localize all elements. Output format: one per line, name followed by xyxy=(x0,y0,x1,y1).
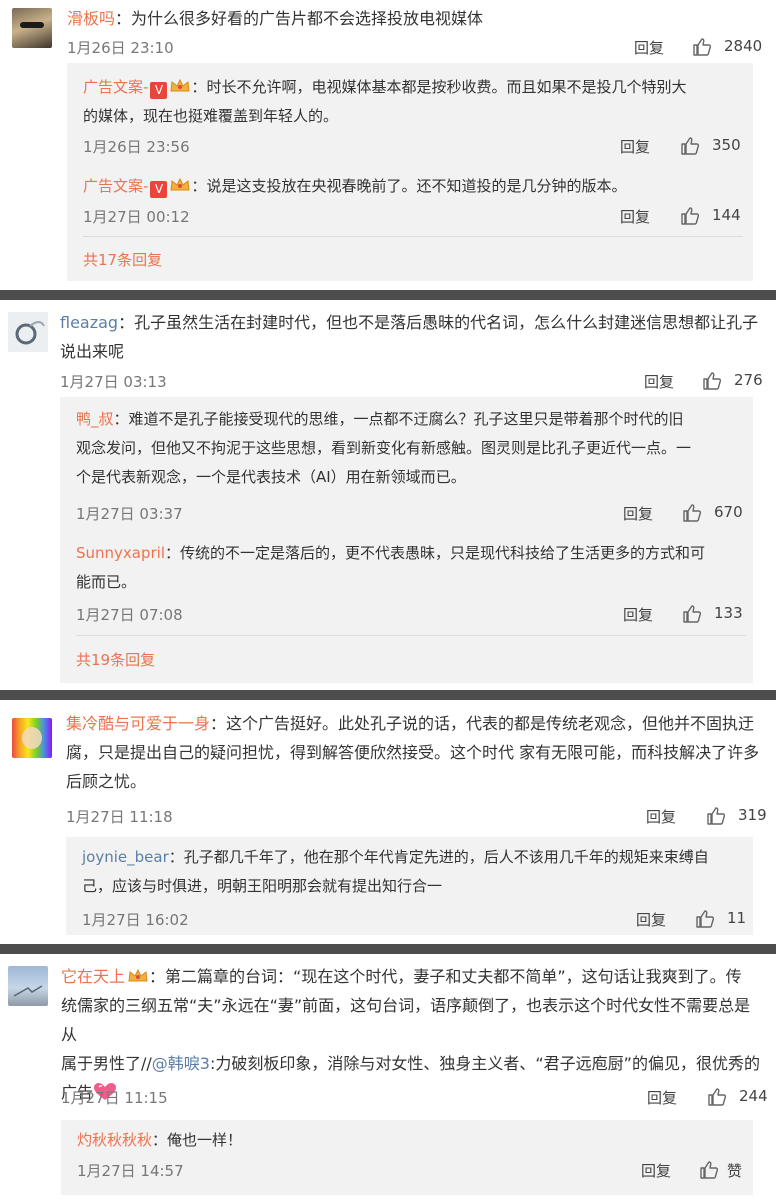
reply-body: Sunnyxapril：传统的不一定是落后的，更不代表愚昧，只是现代科技给了生活… xyxy=(76,544,706,591)
reply-button[interactable]: 回复 xyxy=(620,136,650,157)
comment-time: 1月27日 03:13 xyxy=(60,373,167,391)
verified-v-icon: V xyxy=(150,82,168,99)
thumb-up-icon xyxy=(703,372,722,390)
reply-username[interactable]: 鸭_叔 xyxy=(76,410,114,428)
comment-meta: 1月27日 03:13 回复 276 xyxy=(60,371,763,395)
comment-card: 集冷酷与可爱于一身：这个广告挺好。此处孔子说的话，代表的都是传统老观念，但他并不… xyxy=(0,700,776,944)
reply-username[interactable]: 广告文案- xyxy=(83,177,148,195)
thumb-up-icon xyxy=(681,137,700,155)
comment-meta: 1月27日 11:15 回复 244 xyxy=(61,1087,768,1111)
thumb-up-icon xyxy=(683,504,702,522)
thumb-up-icon xyxy=(700,1161,719,1179)
reply-button[interactable]: 回复 xyxy=(644,371,674,392)
reply-body: 广告文案- V ：时长不允许啊，电视媒体基本都是按秒收费。而且如果不是投几个特别大的… xyxy=(83,78,687,125)
section-separator xyxy=(0,944,776,954)
reply-time: 1月27日 00:12 xyxy=(83,208,190,226)
user-avatar[interactable] xyxy=(12,718,52,758)
thumb-up-icon xyxy=(696,910,715,928)
mention-link[interactable]: @韩唳3 xyxy=(152,1054,210,1073)
user-avatar[interactable] xyxy=(8,966,48,1006)
thumb-up-icon xyxy=(681,207,700,225)
like-count: 276 xyxy=(734,371,763,389)
more-replies-link[interactable]: 共19条回复 xyxy=(76,649,155,670)
replies-panel: joynie_bear：孔子都几千年了，他在那个年代肯定先进的，后人不该用几千年… xyxy=(66,837,753,935)
comment-meta: 1月26日 23:10 回复 2840 xyxy=(67,37,762,61)
like-count: 670 xyxy=(714,503,743,521)
comment-body: fleazag：孔子虽然生活在封建时代，但也不是落后愚昧的代名词，怎么什么封建迷… xyxy=(60,313,759,361)
reply-meta: 1月26日 23:56 回复 350 xyxy=(83,136,743,160)
thumb-up-icon xyxy=(707,807,726,825)
reply-meta: 1月27日 00:12 回复 144 xyxy=(83,206,743,230)
reply-username[interactable]: 广告文案- xyxy=(83,78,148,96)
comment-card: 滑板吗：为什么很多好看的广告片都不会选择投放电视媒体 1月26日 23:10 回… xyxy=(0,0,776,290)
like-count: 144 xyxy=(712,206,741,224)
reply-body: joynie_bear：孔子都几千年了，他在那个年代肯定先进的，后人不该用几千年… xyxy=(82,848,709,895)
comment-card: 它在天上 ：第二篇章的台词：“现在这个时代，妻子和丈夫都不简单”，这句话让我爽到了… xyxy=(0,954,776,1202)
reply-time: 1月27日 16:02 xyxy=(82,911,189,929)
reply-button[interactable]: 回复 xyxy=(647,1087,677,1108)
verified-v-icon: V xyxy=(150,181,168,198)
reply-meta: 1月27日 07:08 回复 133 xyxy=(76,604,746,628)
reply-button[interactable]: 回复 xyxy=(646,806,676,827)
thumb-up-icon xyxy=(683,605,702,623)
replies-panel: 鸭_叔：难道不是孔子能接受现代的思维，一点都不迂腐么？孔子这里只是带着那个时代的… xyxy=(60,397,753,683)
section-separator xyxy=(0,290,776,300)
thumb-up-icon xyxy=(708,1088,727,1106)
reply-meta: 1月27日 16:02 回复 11 xyxy=(82,909,747,933)
like-count: 244 xyxy=(739,1087,768,1105)
comment-body: 集冷酷与可爱于一身：这个广告挺好。此处孔子说的话，代表的都是传统老观念，但他并不… xyxy=(66,714,760,791)
reply-meta: 1月27日 03:37 回复 670 xyxy=(76,503,746,527)
like-count: 赞 xyxy=(727,1162,743,1180)
user-avatar[interactable] xyxy=(8,312,48,352)
more-replies-link[interactable]: 共17条回复 xyxy=(83,249,162,270)
thumb-up-icon xyxy=(693,38,712,56)
reply-username[interactable]: Sunnyxapril xyxy=(76,544,165,562)
reply-body: 鸭_叔：难道不是孔子能接受现代的思维，一点都不迂腐么？孔子这里只是带着那个时代的… xyxy=(76,410,692,486)
reply-time: 1月27日 03:37 xyxy=(76,505,183,523)
reply-body: 广告文案- V ：说是这支投放在央视春晚前了。还不知道投的是几分钟的版本。 xyxy=(83,177,627,198)
replies-panel: 广告文案- V ：时长不允许啊，电视媒体基本都是按秒收费。而且如果不是投几个特别大的… xyxy=(67,63,753,281)
comment-feed: 滑板吗：为什么很多好看的广告片都不会选择投放电视媒体 1月26日 23:10 回… xyxy=(0,0,776,1202)
comment-time: 1月26日 23:10 xyxy=(67,39,174,57)
reply-button[interactable]: 回复 xyxy=(641,1160,671,1181)
reply-button[interactable]: 回复 xyxy=(623,503,653,524)
reply-time: 1月27日 07:08 xyxy=(76,606,183,624)
comment-card: fleazag：孔子虽然生活在封建时代，但也不是落后愚昧的代名词，怎么什么封建迷… xyxy=(0,300,776,690)
comment-time: 1月27日 11:15 xyxy=(61,1089,168,1107)
section-separator xyxy=(0,690,776,700)
reply-button[interactable]: 回复 xyxy=(636,909,666,930)
comment-username[interactable]: fleazag xyxy=(60,313,118,332)
vip-crown-icon xyxy=(170,177,190,191)
vip-crown-icon xyxy=(170,78,190,92)
replies-panel: 灼秋秋秋秋：俺也一样！ 1月27日 14:57 回复 赞 xyxy=(61,1120,753,1195)
reply-time: 1月26日 23:56 xyxy=(83,138,190,156)
vip-crown-icon xyxy=(128,968,148,982)
comment-body: 它在天上 ：第二篇章的台词：“现在这个时代，妻子和丈夫都不简单”，这句话让我爽到了… xyxy=(61,967,760,1102)
reply-button[interactable]: 回复 xyxy=(620,206,650,227)
divider xyxy=(83,236,743,237)
like-count: 2840 xyxy=(724,37,763,55)
comment-username[interactable]: 滑板吗 xyxy=(67,9,115,28)
reply-button[interactable]: 回复 xyxy=(634,37,664,58)
comment-time: 1月27日 11:18 xyxy=(66,808,173,826)
reply-meta: 1月27日 14:57 回复 赞 xyxy=(77,1160,747,1184)
like-count: 319 xyxy=(738,806,767,824)
reply-body: 灼秋秋秋秋：俺也一样！ xyxy=(77,1131,243,1149)
comment-meta: 1月27日 11:18 回复 319 xyxy=(66,806,767,830)
comment-body: 滑板吗：为什么很多好看的广告片都不会选择投放电视媒体 xyxy=(67,9,484,28)
like-count: 11 xyxy=(727,909,747,927)
comment-username[interactable]: 它在天上 xyxy=(61,967,125,986)
reply-button[interactable]: 回复 xyxy=(623,604,653,625)
reply-username[interactable]: joynie_bear xyxy=(82,848,169,866)
divider xyxy=(76,635,746,636)
reply-username[interactable]: 灼秋秋秋秋 xyxy=(77,1131,152,1149)
user-avatar[interactable] xyxy=(12,8,52,48)
comment-username[interactable]: 集冷酷与可爱于一身 xyxy=(66,714,210,733)
like-count: 133 xyxy=(714,604,743,622)
reply-time: 1月27日 14:57 xyxy=(77,1162,184,1180)
like-count: 350 xyxy=(712,136,741,154)
